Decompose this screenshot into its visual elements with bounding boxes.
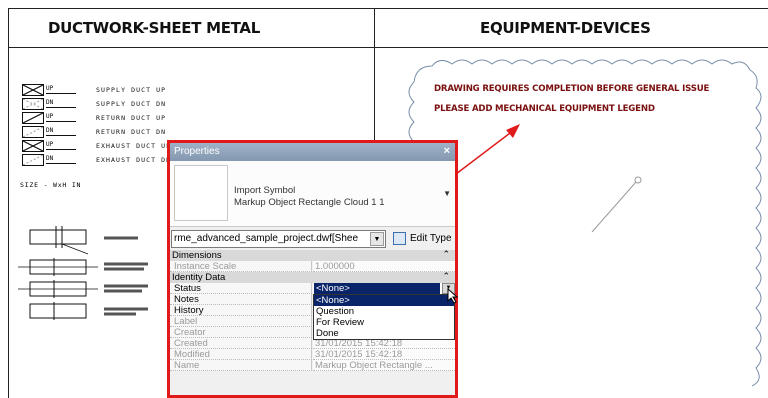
property-name: Creator	[170, 327, 312, 338]
close-icon[interactable]: ×	[444, 145, 450, 157]
instance-filter-row: rme_advanced_sample_project.dwf[Shee ▼ E…	[170, 228, 455, 250]
edit-type-icon	[393, 232, 406, 245]
status-option-question[interactable]: Question	[314, 306, 454, 317]
markup-note-line-2: PLEASE ADD MECHANICAL EQUIPMENT LEGEND	[434, 104, 655, 114]
property-value: 31/01/2015 15:42:18	[313, 349, 455, 360]
type-preview-image	[174, 165, 228, 221]
status-select[interactable]: <None> ▼	[313, 283, 455, 294]
chevron-down-icon[interactable]: ▼	[443, 189, 451, 198]
properties-titlebar[interactable]: Properties ×	[170, 143, 455, 161]
type-name-label: Markup Object Rectangle Cloud 1 1	[234, 197, 385, 208]
property-name: Instance Scale	[170, 261, 312, 272]
edit-type-button[interactable]: Edit Type	[389, 229, 455, 249]
type-selector[interactable]: Import Symbol Markup Object Rectangle Cl…	[170, 161, 455, 227]
properties-title: Properties	[174, 146, 220, 157]
property-row-modified: Modified 31/01/2015 15:42:18	[170, 349, 455, 360]
status-option-none[interactable]: <None>	[314, 295, 454, 306]
mouse-cursor-icon	[447, 288, 459, 304]
property-name: Modified	[170, 349, 312, 360]
property-name: History	[170, 305, 312, 316]
group-label: Identity Data	[172, 272, 226, 283]
instance-filter-value: rme_advanced_sample_project.dwf[Shee	[174, 233, 358, 244]
property-value: 1.000000	[313, 261, 455, 272]
type-family-label: Import Symbol	[234, 185, 296, 196]
property-row-status: Status <None> ▼	[170, 283, 455, 294]
status-dropdown-list: <None> Question For Review Done	[313, 294, 455, 340]
property-name: Notes	[170, 294, 312, 305]
property-name: Label	[170, 316, 312, 327]
property-name: Created	[170, 338, 312, 349]
property-value: Markup Object Rectangle ...	[313, 360, 455, 371]
collapse-icon[interactable]: ⌃	[442, 271, 450, 282]
group-header-dimensions[interactable]: Dimensions ⌃	[170, 249, 455, 261]
property-row-name: Name Markup Object Rectangle ...	[170, 360, 455, 371]
group-header-identity-data[interactable]: Identity Data ⌃	[170, 271, 455, 283]
property-name: Status	[170, 283, 312, 294]
property-name: Name	[170, 360, 312, 371]
status-select-value: <None>	[314, 283, 440, 294]
collapse-icon[interactable]: ⌃	[442, 249, 450, 260]
status-option-done[interactable]: Done	[314, 328, 454, 339]
status-option-for-review[interactable]: For Review	[314, 317, 454, 328]
group-label: Dimensions	[172, 250, 222, 261]
properties-palette[interactable]: Properties × Import Symbol Markup Object…	[167, 140, 458, 398]
edit-type-label: Edit Type	[410, 233, 452, 244]
property-row-instance-scale: Instance Scale 1.000000	[170, 261, 455, 272]
instance-filter-dropdown[interactable]: rme_advanced_sample_project.dwf[Shee ▼	[171, 230, 386, 248]
chevron-down-icon[interactable]: ▼	[370, 232, 384, 246]
markup-note-line-1: DRAWING REQUIRES COMPLETION BEFORE GENER…	[434, 84, 710, 94]
